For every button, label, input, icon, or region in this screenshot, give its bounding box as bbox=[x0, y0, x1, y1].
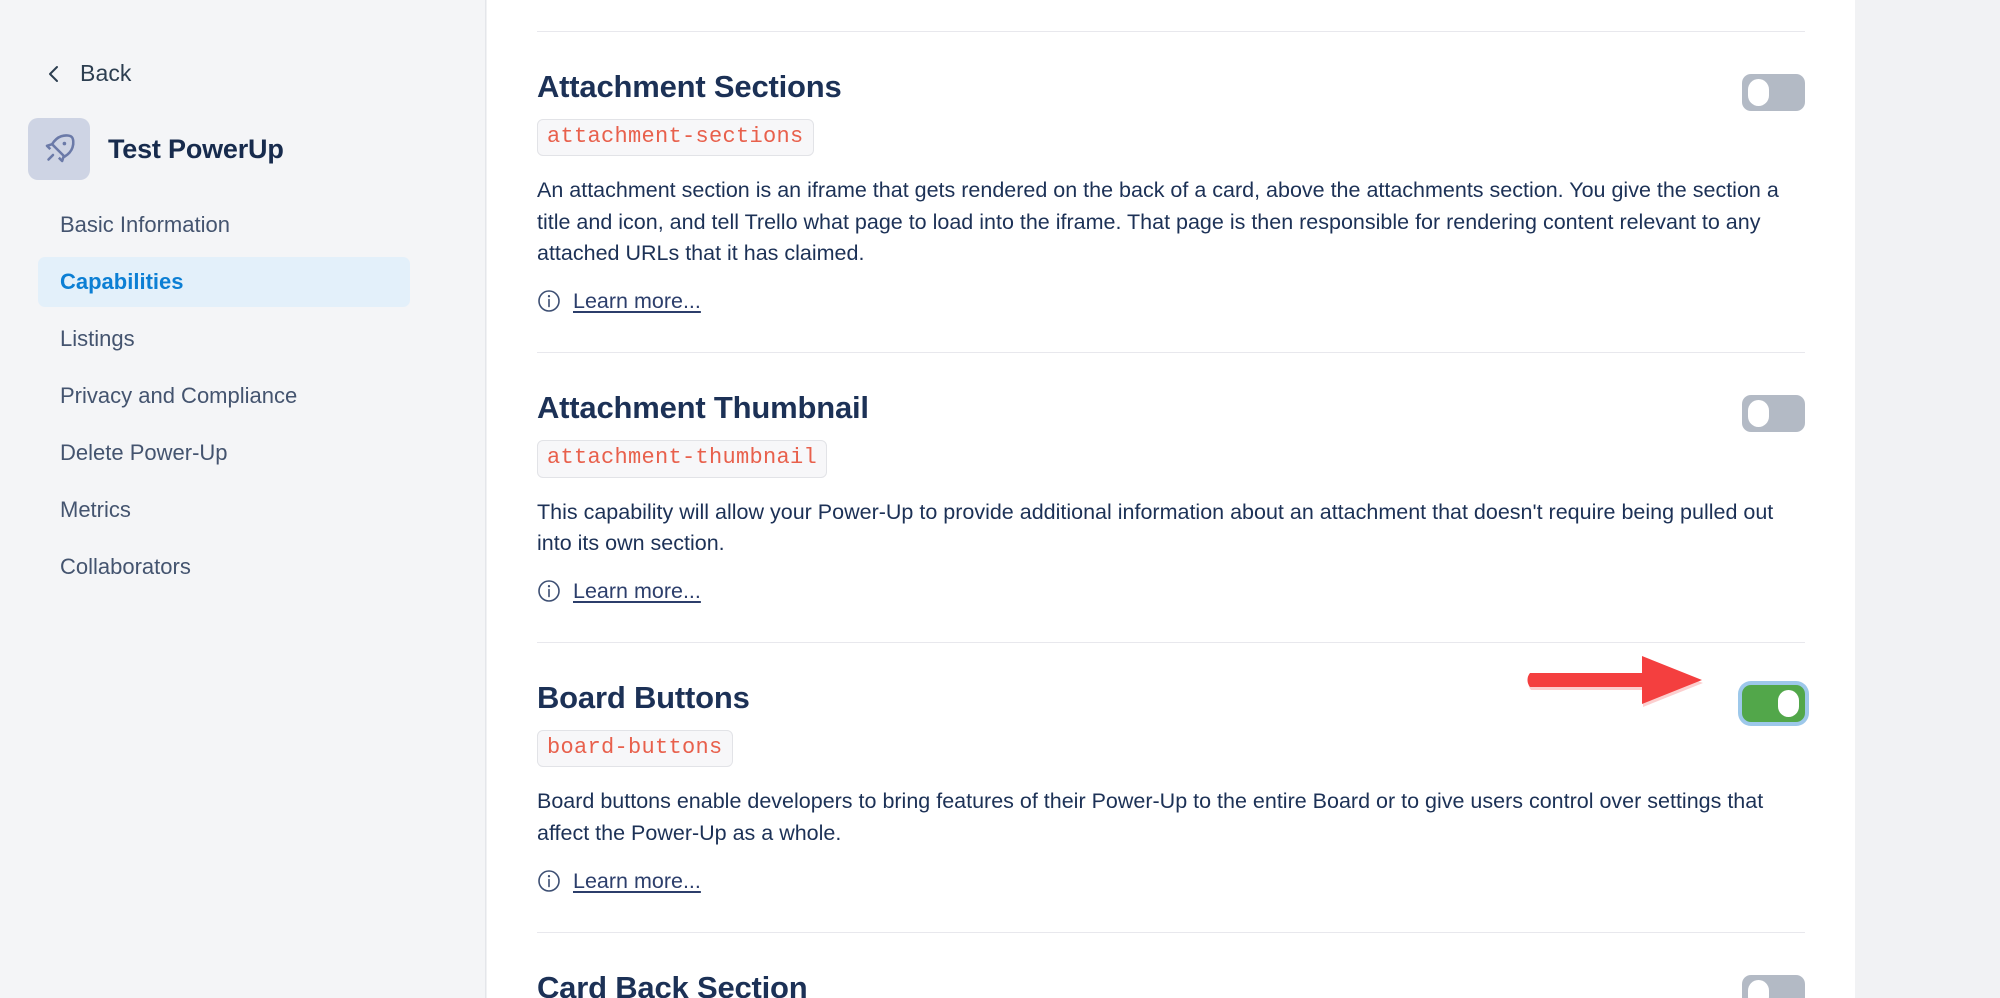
app-title: Test PowerUp bbox=[108, 133, 284, 164]
sidebar-item-capabilities[interactable]: Capabilities bbox=[38, 257, 410, 307]
main-content: Attachment Sections attachment-sections … bbox=[487, 0, 1855, 998]
back-button[interactable]: Back bbox=[44, 60, 132, 87]
learn-more-link[interactable]: Learn more... bbox=[537, 869, 701, 894]
sidebar-item-listings[interactable]: Listings bbox=[38, 314, 410, 364]
sidebar-nav: Basic Information Capabilities Listings … bbox=[38, 200, 410, 599]
capability-toggle-attachment-sections[interactable] bbox=[1742, 74, 1805, 111]
capability-toggle-board-buttons[interactable] bbox=[1742, 685, 1805, 723]
sidebar-item-collaborators[interactable]: Collaborators bbox=[38, 542, 410, 592]
capability-board-buttons: Board Buttons board-buttons Board button… bbox=[487, 643, 1855, 932]
learn-more-link[interactable]: Learn more... bbox=[537, 579, 701, 604]
info-circle-icon bbox=[537, 289, 561, 313]
capability-title: Attachment Thumbnail bbox=[537, 390, 869, 426]
chevron-left-icon bbox=[44, 64, 64, 84]
capability-toggle-card-back-section[interactable] bbox=[1742, 975, 1805, 998]
capability-title: Card Back Section bbox=[537, 970, 808, 998]
sidebar-item-basic-information[interactable]: Basic Information bbox=[38, 200, 410, 250]
capability-description: Board buttons enable developers to bring… bbox=[537, 789, 1764, 845]
capability-toggle-attachment-thumbnail[interactable] bbox=[1742, 395, 1805, 433]
app-identity: Test PowerUp bbox=[28, 118, 284, 180]
capability-description: This capability will allow your Power-Up… bbox=[537, 499, 1774, 556]
capabilities-list: Attachment Sections attachment-sections … bbox=[487, 31, 1855, 998]
learn-more-label: Learn more... bbox=[573, 868, 701, 893]
learn-more-label: Learn more... bbox=[573, 288, 701, 313]
back-label: Back bbox=[80, 60, 132, 86]
toggle-knob bbox=[1748, 400, 1769, 428]
capability-attachment-sections: Attachment Sections attachment-sections … bbox=[487, 32, 1855, 352]
capability-code-badge: attachment-sections bbox=[537, 118, 814, 157]
rocket-icon bbox=[28, 118, 90, 180]
learn-more-link[interactable]: Learn more... bbox=[537, 289, 701, 314]
capability-title: Attachment Sections bbox=[537, 69, 842, 104]
sidebar: Back Test PowerUp Basic Information Capa… bbox=[0, 0, 486, 998]
toggle-knob bbox=[1778, 690, 1799, 718]
sidebar-item-delete-power-up[interactable]: Delete Power-Up bbox=[38, 428, 410, 478]
toggle-knob bbox=[1748, 980, 1769, 998]
capability-code-badge: board-buttons bbox=[537, 729, 733, 768]
sidebar-item-metrics[interactable]: Metrics bbox=[38, 485, 410, 535]
capability-description: An attachment section is an iframe that … bbox=[537, 178, 1779, 266]
capability-card-back-section: Card Back Section card-back-section bbox=[487, 933, 1855, 998]
capability-attachment-thumbnail: Attachment Thumbnail attachment-thumbnai… bbox=[487, 353, 1855, 642]
toggle-knob bbox=[1748, 79, 1769, 106]
info-circle-icon bbox=[537, 869, 561, 893]
sidebar-item-privacy-and-compliance[interactable]: Privacy and Compliance bbox=[38, 371, 410, 421]
capability-code-badge: attachment-thumbnail bbox=[537, 440, 828, 478]
learn-more-label: Learn more... bbox=[573, 578, 701, 603]
info-circle-icon bbox=[537, 579, 561, 603]
capability-title: Board Buttons bbox=[537, 680, 750, 716]
